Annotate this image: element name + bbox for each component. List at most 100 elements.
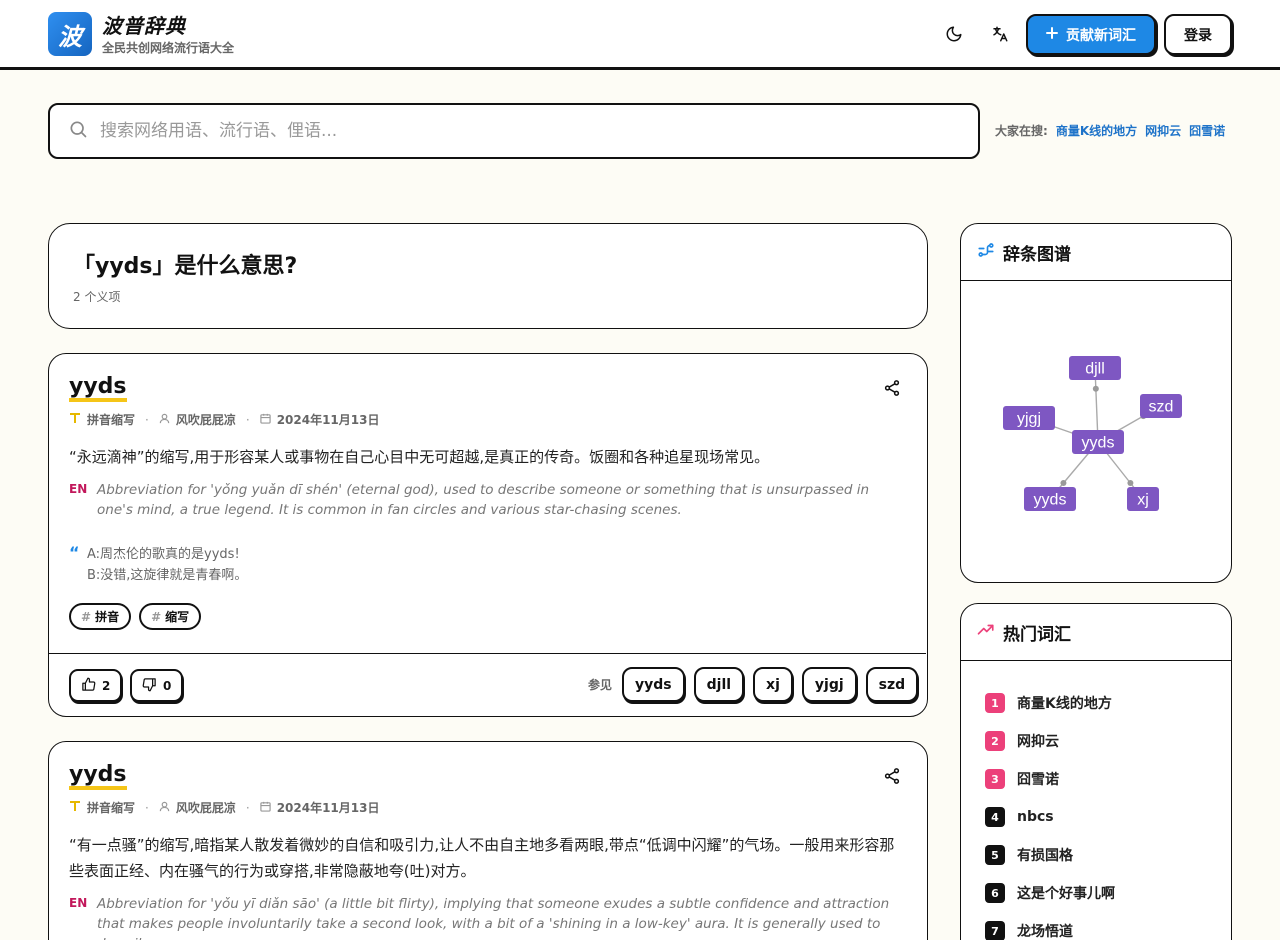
trending-item[interactable]: 4 nbcs (985, 798, 1115, 836)
dark-mode-icon[interactable] (942, 22, 966, 46)
rank-badge: 2 (985, 731, 1005, 751)
panel-title: 热门词汇 (1003, 624, 1071, 645)
share-icon[interactable] (883, 767, 901, 785)
sense-count: 2 个义项 (73, 290, 121, 304)
rank-badge: 1 (985, 693, 1005, 713)
entry-footer: 2 0 参见 yyds djll xj yjgj szd (49, 653, 926, 715)
trending-word: 有损国格 (1017, 848, 1073, 864)
plus-icon (1046, 26, 1058, 43)
trending-up-icon (977, 621, 995, 643)
trending-word: 这是个好事儿啊 (1017, 886, 1115, 902)
calendar-icon (260, 801, 271, 815)
see-also-chip[interactable]: yyds (622, 667, 685, 702)
english-definition: EN Abbreviation for 'yǒu yī diǎn sāo' (a… (69, 894, 909, 940)
english-definition: EN Abbreviation for 'yǒng yuǎn dī shén' … (69, 480, 909, 520)
entry-type: 拼音缩写 (87, 801, 136, 815)
trending-item[interactable]: 3 囧雪诺 (985, 760, 1115, 798)
graph-node[interactable]: djll (1069, 356, 1121, 380)
definition-text: “永远滴神”的缩写,用于形容某人或事物在自己心目中无可超越,是真正的传奇。饭圈和… (69, 448, 770, 466)
entry-meta: 拼音缩写 · 风吹屁屁凉 · 2024年11月13日 (69, 799, 380, 816)
see-also-chip[interactable]: xj (753, 667, 793, 702)
trending-item[interactable]: 5 有损国格 (985, 836, 1115, 874)
upvote-button[interactable]: 2 (69, 669, 123, 702)
thumbs-up-icon (81, 677, 96, 695)
trending-word: nbcs (1017, 809, 1054, 825)
graph-node[interactable]: yjgj (1003, 406, 1055, 430)
graph-node-label: szd (1149, 399, 1174, 416)
graph-node-label: yjgj (1017, 411, 1041, 428)
tag-chip[interactable]: # 拼音 (69, 603, 132, 630)
graph-node-label: xj (1137, 492, 1149, 509)
trending-list: 1 商量K线的地方 2 网抑云 3 囧雪诺 4 nbcs 5 有损国格 6 这是… (985, 684, 1115, 940)
rank-badge: 4 (985, 807, 1005, 827)
hot-search-link[interactable]: 网抑云 (1145, 122, 1181, 139)
contribute-button[interactable]: 贡献新词汇 (1026, 14, 1156, 55)
graph-edge-dot (1060, 480, 1067, 487)
tag-list: # 拼音 # 缩写 (69, 603, 202, 630)
graph-node[interactable]: szd (1140, 394, 1182, 418)
entry-author[interactable]: 风吹屁屁凉 (176, 411, 236, 428)
rank-badge: 3 (985, 769, 1005, 789)
downvote-button[interactable]: 0 (130, 669, 184, 702)
entry-word[interactable]: yyds (69, 376, 127, 402)
hot-search-link[interactable]: 商量K线的地方 (1056, 122, 1137, 139)
see-also-label: 参见 (588, 678, 613, 692)
trending-item[interactable]: 6 这是个好事儿啊 (985, 874, 1115, 912)
see-also-chip[interactable]: djll (693, 667, 745, 702)
entry-type: 拼音缩写 (87, 413, 136, 427)
hot-search-link[interactable]: 囧雪诺 (1189, 122, 1225, 139)
translate-icon[interactable] (988, 22, 1012, 46)
definition-card: yyds 拼音缩写 · 风吹屁屁凉 · 2024年11月13日 “有一点骚”的缩… (48, 741, 928, 940)
entry-date: 2024年11月13日 (276, 801, 380, 815)
graph-node-label: yyds (1082, 435, 1115, 452)
type-icon (69, 800, 81, 815)
search-bar[interactable] (48, 103, 980, 159)
en-tag: EN (69, 482, 88, 496)
entry-meta: 拼音缩写 · 风吹屁屁凉 · 2024年11月13日 (69, 411, 380, 428)
graph-node[interactable]: xj (1127, 487, 1159, 511)
entry-date: 2024年11月13日 (276, 413, 380, 427)
quote-icon: “ (69, 543, 80, 562)
search-icon (68, 119, 88, 143)
graph-node[interactable]: yyds (1024, 487, 1076, 511)
graph-center-node[interactable]: yyds (1072, 430, 1124, 454)
trending-item[interactable]: 2 网抑云 (985, 722, 1115, 760)
trending-item[interactable]: 7 龙场悟道 (985, 912, 1115, 940)
contribute-label: 贡献新词汇 (1066, 27, 1136, 44)
see-also-chip[interactable]: yjgj (801, 667, 857, 702)
top-header: 波 波普辞典 全民共创网络流行语大全 贡献新词汇 登录 (0, 0, 1280, 70)
user-icon (159, 413, 170, 427)
tag-chip[interactable]: # 缩写 (139, 603, 202, 630)
term-graph[interactable]: djll szd yjgj yyds xj yyds (961, 282, 1231, 580)
graph-edge-dot (1127, 480, 1134, 487)
english-definition-text: Abbreviation for 'yǒng yuǎn dī shén' (et… (97, 482, 870, 518)
see-also: 参见 yyds djll xj yjgj szd (588, 667, 919, 702)
calendar-icon (260, 413, 271, 427)
trending-word: 网抑云 (1017, 734, 1059, 750)
upvote-count: 2 (102, 678, 111, 693)
entry-word[interactable]: yyds (69, 764, 127, 790)
login-button[interactable]: 登录 (1164, 14, 1232, 55)
panel-header: 辞条图谱 (961, 224, 1231, 281)
definition-card: yyds 拼音缩写 · 风吹屁屁凉 · 2024年11月13日 “永远滴神”的缩… (48, 353, 928, 717)
definition-text: “有一点骚”的缩写,暗指某人散发着微妙的自信和吸引力,让人不由自主地多看两眼,带… (69, 836, 895, 880)
graph-icon (977, 241, 995, 263)
trending-item[interactable]: 1 商量K线的地方 (985, 684, 1115, 722)
trending-word: 商量K线的地方 (1017, 696, 1112, 712)
trending-word: 囧雪诺 (1017, 772, 1059, 788)
example-line: A:周杰伦的歌真的是yyds! (87, 547, 240, 562)
share-icon[interactable] (883, 379, 901, 397)
hot-searches: 大家在搜: 商量K线的地方 网抑云 囧雪诺 (995, 122, 1225, 139)
brand-logo[interactable]: 波 (48, 12, 92, 56)
trending-word: 龙场悟道 (1017, 924, 1073, 940)
search-input[interactable] (100, 121, 960, 141)
english-definition-text: Abbreviation for 'yǒu yī diǎn sāo' (a li… (97, 896, 890, 940)
entry-author[interactable]: 风吹屁屁凉 (176, 799, 236, 816)
graph-node-label: djll (1085, 361, 1105, 378)
brand-name[interactable]: 波普辞典 (102, 10, 186, 39)
see-also-chip[interactable]: szd (865, 667, 919, 702)
rank-badge: 5 (985, 845, 1005, 865)
term-title-card: 「yyds」是什么意思? 2 个义项 (48, 223, 928, 329)
rank-badge: 7 (985, 921, 1005, 940)
panel-header: 热门词汇 (961, 604, 1231, 661)
